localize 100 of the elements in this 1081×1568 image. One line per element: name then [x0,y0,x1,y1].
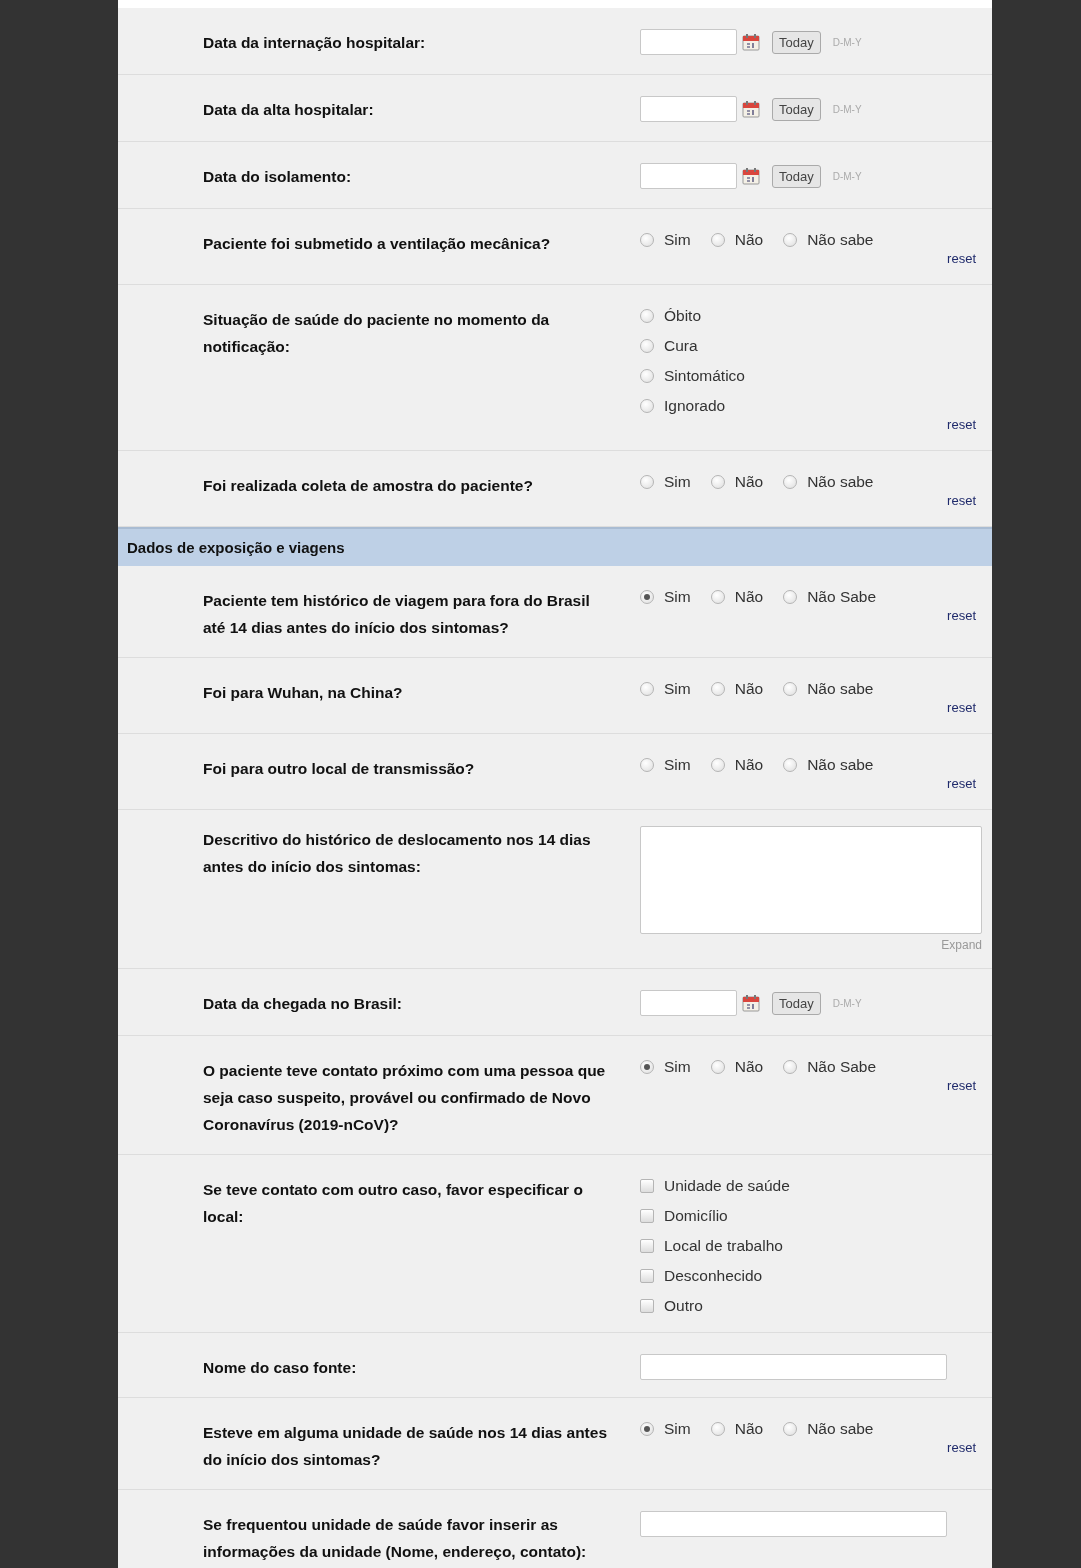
option-label: Não sabe [807,756,874,774]
field-label: Paciente tem histórico de viagem para fora do Brasil até 14 dias antes do início dos sintomas? [203,591,591,638]
reset-link[interactable]: reset [947,1439,976,1457]
radio-button[interactable] [783,758,798,772]
option-label: Sim [664,231,691,249]
option-label: Não sabe [807,473,874,491]
today-button[interactable]: Today [772,30,821,54]
date-input[interactable] [640,96,737,122]
calendar-icon[interactable] [742,33,760,51]
field-label: O paciente teve contato próximo com uma pessoa que seja caso suspeito, provável ou confirmado de Novo Coronavírus (2019-nCoV)? [203,1061,607,1135]
option-label: Sim [664,473,691,491]
calendar-icon[interactable] [742,994,760,1012]
reset-link[interactable]: reset [947,250,976,268]
option-label: Sim [664,680,691,698]
option-label: Não sabe [807,680,874,698]
reset-link[interactable]: reset [947,416,976,434]
date-input[interactable] [640,163,737,189]
field-label: Data do isolamento: [203,167,353,187]
option-label: Não sabe [807,1420,874,1438]
field-label: Descritivo do histórico de deslocamento nos 14 dias antes do início dos sintomas: [203,830,592,877]
reset-link[interactable]: reset [947,1077,976,1095]
date-format-hint: D-M-Y [832,103,862,115]
field-label: Esteve em alguma unidade de saúde nos 14 dias antes do início dos sintomas? [203,1423,608,1470]
option-label: Sim [664,588,691,606]
reset-link[interactable]: reset [947,775,976,793]
radio-button[interactable] [710,1060,725,1074]
radio-button[interactable] [640,1422,654,1436]
radio-button[interactable] [640,309,654,323]
field-label: Paciente foi submetido a ventilação mecânica? [203,234,552,254]
checkbox[interactable] [640,1179,654,1193]
option-label: Não Sabe [807,1058,877,1076]
radio-button[interactable] [710,233,725,247]
option-label: Não Sabe [807,588,877,606]
checkbox[interactable] [640,1269,654,1283]
radio-button[interactable] [710,590,725,604]
field-label: Foi realizada coleta de amostra do paciente? [203,476,534,496]
option-label: Outro [664,1297,703,1315]
option-label: Sim [664,1058,691,1076]
text-area[interactable] [640,826,982,934]
reset-link[interactable]: reset [947,699,976,717]
today-button[interactable]: Today [772,164,821,188]
option-label: Domicílio [664,1207,728,1225]
date-input[interactable] [640,990,737,1016]
radio-button[interactable] [783,1422,798,1436]
option-label: Sim [664,1420,691,1438]
option-label: Unidade de saúde [664,1177,790,1195]
field-label: Data da internação hospitalar: [203,33,427,53]
radio-button[interactable] [710,758,725,772]
calendar-icon[interactable] [742,167,760,185]
radio-button[interactable] [640,475,654,489]
radio-button[interactable] [710,1422,725,1436]
radio-button[interactable] [640,1060,654,1074]
option-label: Não [734,756,764,774]
option-label: Cura [664,337,698,355]
radio-button[interactable] [640,590,654,604]
radio-button[interactable] [783,590,798,604]
option-label: Ignorado [664,397,726,415]
checkbox[interactable] [640,1299,654,1313]
option-label: Sintomático [664,367,745,385]
field-label: Nome do caso fonte: [203,1358,358,1378]
radio-button[interactable] [640,758,654,772]
option-label: Óbito [664,307,702,325]
date-format-hint: D-M-Y [832,170,862,182]
field-label: Data da chegada no Brasil: [203,994,403,1014]
option-label: Sim [664,756,691,774]
radio-button[interactable] [783,1060,798,1074]
option-label: Não [734,588,764,606]
radio-button[interactable] [783,682,798,696]
radio-button[interactable] [640,233,654,247]
calendar-icon[interactable] [742,100,760,118]
field-label: Foi para Wuhan, na China? [203,683,404,703]
text-input[interactable] [640,1354,947,1380]
field-label: Data da alta hospitalar: [203,100,375,120]
date-input[interactable] [640,29,737,55]
option-label: Não sabe [807,231,874,249]
checkbox[interactable] [640,1209,654,1223]
radio-button[interactable] [710,475,725,489]
today-button[interactable]: Today [772,991,821,1015]
option-label: Desconhecido [664,1267,763,1285]
text-input[interactable] [640,1511,947,1537]
radio-button[interactable] [640,339,654,353]
option-label: Não [734,473,764,491]
reset-link[interactable]: reset [947,492,976,510]
field-label: Situação de saúde do paciente no momento da notificação: [203,310,551,357]
radio-button[interactable] [710,682,725,696]
option-label: Não [734,1058,764,1076]
option-label: Não [734,231,764,249]
date-format-hint: D-M-Y [832,36,862,48]
option-label: Local de trabalho [664,1237,783,1255]
today-button[interactable]: Today [772,97,821,121]
radio-button[interactable] [640,399,654,413]
radio-button[interactable] [783,475,798,489]
option-label: Não [734,1420,764,1438]
date-format-hint: D-M-Y [832,997,862,1009]
radio-button[interactable] [783,233,798,247]
checkbox[interactable] [640,1239,654,1253]
radio-button[interactable] [640,682,654,696]
radio-button[interactable] [640,369,654,383]
reset-link[interactable]: reset [947,607,976,625]
field-label: Foi para outro local de transmissão? [203,759,476,779]
